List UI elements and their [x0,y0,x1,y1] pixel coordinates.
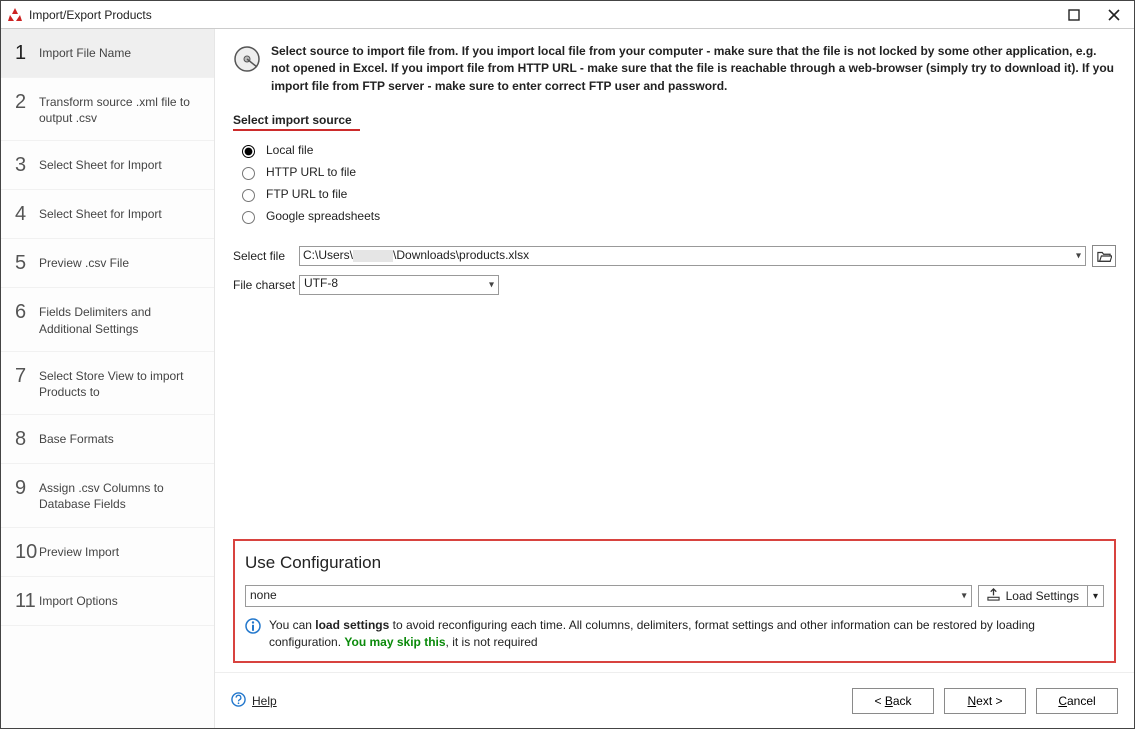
back-button[interactable]: < Back [852,688,934,714]
use-configuration-heading: Use Configuration [245,553,1104,573]
titlebar: Import/Export Products [1,1,1134,29]
step-1[interactable]: 1 Import File Name [1,29,214,78]
step-4[interactable]: 4 Select Sheet for Import [1,190,214,239]
step-11[interactable]: 11 Import Options [1,577,214,626]
step-7[interactable]: 7 Select Store View to import Products t… [1,352,214,415]
step-9[interactable]: 9 Assign .csv Columns to Database Fields [1,464,214,527]
radio-http-url[interactable]: HTTP URL to file [237,161,1116,183]
radio-ftp-url-input[interactable] [242,189,255,202]
configuration-select[interactable]: none ▾ [245,585,972,607]
configuration-note: You can load settings to avoid reconfigu… [245,617,1104,651]
step-2[interactable]: 2 Transform source .xml file to output .… [1,78,214,141]
load-settings-dropdown[interactable]: ▾ [1088,585,1104,607]
file-charset-label: File charset [233,278,299,292]
hard-drive-icon [233,45,261,73]
cancel-button[interactable]: Cancel [1036,688,1118,714]
load-settings-button[interactable]: Load Settings [978,585,1088,607]
step-3[interactable]: 3 Select Sheet for Import [1,141,214,190]
maximize-button[interactable] [1060,4,1088,26]
radio-google-spreadsheets-input[interactable] [242,211,255,224]
wizard-window: Import/Export Products 1 Import File Nam… [0,0,1135,729]
step-10[interactable]: 10 Preview Import [1,528,214,577]
select-import-source-label: Select import source [233,113,360,131]
app-icon [7,7,23,23]
step-6[interactable]: 6 Fields Delimiters and Additional Setti… [1,288,214,351]
window-title: Import/Export Products [29,8,1060,22]
file-charset-select[interactable]: UTF-8 ▾ [299,275,499,295]
chevron-down-icon: ▾ [962,591,967,602]
chevron-down-icon: ▾ [489,280,494,291]
step-8[interactable]: 8 Base Formats [1,415,214,464]
browse-button[interactable] [1092,245,1116,267]
step-5[interactable]: 5 Preview .csv File [1,239,214,288]
wizard-footer: Help < Back Next > Cancel [215,672,1134,728]
close-button[interactable] [1100,4,1128,26]
radio-http-url-input[interactable] [242,167,255,180]
radio-local-file[interactable]: Local file [237,139,1116,161]
info-text: Select source to import file from. If yo… [271,43,1116,95]
next-button[interactable]: Next > [944,688,1026,714]
file-path-combobox[interactable]: ▾ C:\Users\\Downloads\products.xlsx [299,246,1086,266]
radio-google-spreadsheets[interactable]: Google spreadsheets [237,205,1116,227]
import-source-radio-group: Local file HTTP URL to file FTP URL to f… [237,139,1116,227]
use-configuration-panel: Use Configuration none ▾ [233,539,1116,663]
radio-ftp-url[interactable]: FTP URL to file [237,183,1116,205]
select-file-label: Select file [233,249,299,263]
wizard-content: Select source to import file from. If yo… [215,29,1134,728]
chevron-down-icon: ▾ [1076,251,1081,262]
wizard-steps-sidebar: 1 Import File Name 2 Transform source .x… [1,29,215,728]
info-icon [245,618,261,634]
radio-local-file-input[interactable] [242,145,255,158]
upload-icon [987,588,1000,604]
help-icon [231,692,246,710]
help-link[interactable]: Help [231,692,277,710]
